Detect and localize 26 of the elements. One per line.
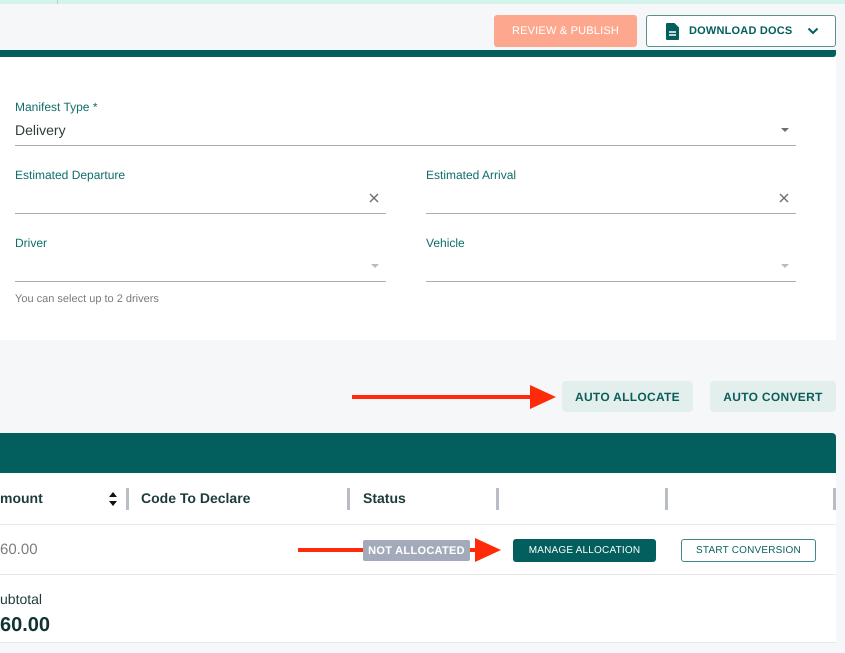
subtotal-label: ubtotal: [0, 591, 42, 607]
download-docs-button[interactable]: DOWNLOAD DOCS: [646, 15, 836, 47]
field-label: Estimated Arrival: [426, 167, 518, 183]
clear-icon[interactable]: [369, 193, 379, 203]
sort-icon[interactable]: [109, 492, 117, 506]
column-header: Status: [363, 489, 406, 508]
dropdown-caret-icon[interactable]: [781, 128, 789, 132]
start-conversion-button[interactable]: START CONVERSION: [681, 539, 816, 562]
field-label: Manifest Type *: [15, 99, 98, 115]
subtotal-value: 60.00: [0, 614, 50, 636]
chevron-down-icon: [807, 27, 819, 35]
select-field[interactable]: Delivery: [15, 115, 796, 146]
document-icon: [666, 22, 679, 40]
manage-allocation-button[interactable]: MANAGE ALLOCATION: [513, 539, 656, 562]
amount-cell: 60.00: [0, 540, 38, 558]
auto-allocate-button[interactable]: AUTO ALLOCATE: [562, 381, 693, 412]
auto-convert-button[interactable]: AUTO CONVERT: [710, 381, 836, 412]
field-label: Estimated Departure: [15, 167, 126, 183]
helper-text: You can select up to 2 drivers: [15, 293, 159, 305]
column-header: Code To Declare: [141, 489, 250, 508]
status-badge: NOT ALLOCATED: [363, 540, 470, 562]
field-value: Delivery: [15, 122, 66, 138]
column-header: mount: [0, 489, 43, 508]
field-label: Driver: [15, 235, 48, 251]
clear-icon[interactable]: [779, 193, 789, 203]
field-label: Vehicle: [426, 235, 466, 251]
